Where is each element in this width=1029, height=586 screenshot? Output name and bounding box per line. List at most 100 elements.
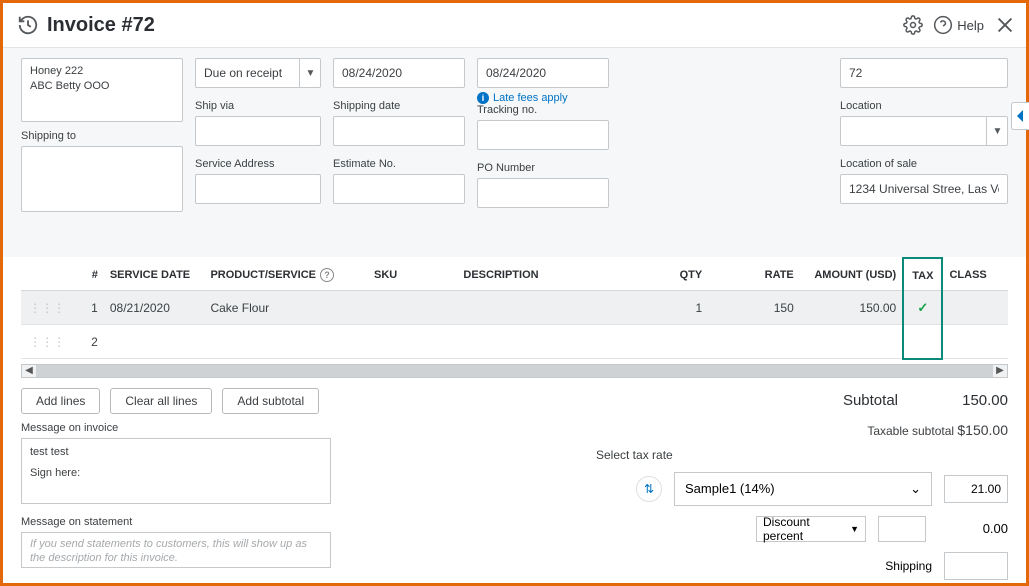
row-amount[interactable]: 150.00 — [800, 291, 903, 325]
message-invoice-label: Message on invoice — [21, 422, 331, 434]
row-qty[interactable]: 1 — [654, 291, 709, 325]
horizontal-scrollbar[interactable]: ◀ ▶ — [21, 364, 1008, 378]
row-service-date[interactable] — [104, 325, 205, 359]
subtotal-value: 150.00 — [938, 392, 1008, 409]
row-num: 2 — [73, 325, 104, 359]
po-number-input[interactable] — [477, 178, 609, 208]
invoice-date-input[interactable] — [333, 58, 465, 88]
tax-amount-input[interactable] — [944, 475, 1008, 503]
discount-amount: 0.00 — [938, 521, 1008, 536]
due-date-input[interactable] — [477, 58, 609, 88]
scroll-right-icon[interactable]: ▶ — [993, 365, 1007, 376]
table-row[interactable]: ⋮⋮⋮ 1 08/21/2020 Cake Flour 1 150 150.00… — [21, 291, 1008, 325]
row-class[interactable] — [942, 325, 1008, 359]
estimate-no-label: Estimate No. — [333, 158, 465, 170]
table-row[interactable]: ⋮⋮⋮ 2 — [21, 325, 1008, 359]
invoice-number-input[interactable] — [840, 58, 1008, 88]
help-label: Help — [957, 18, 984, 33]
check-icon: ✓ — [917, 300, 928, 315]
location-label: Location — [840, 100, 1008, 112]
info-icon: i — [477, 92, 489, 104]
col-description: DESCRIPTION — [457, 258, 653, 291]
row-qty[interactable] — [654, 325, 709, 359]
shipping-address-box[interactable] — [21, 146, 183, 212]
row-num: 1 — [73, 291, 104, 325]
col-service-date: SERVICE DATE — [104, 258, 205, 291]
customer-line1: Honey 222 — [30, 64, 174, 79]
message-invoice-input[interactable]: test test Sign here: — [21, 438, 331, 504]
col-amount: AMOUNT (USD) — [800, 258, 903, 291]
terms-select[interactable] — [195, 58, 321, 88]
col-product: PRODUCT/SERVICE? — [204, 258, 368, 291]
discount-type-select[interactable]: Discount percent ▼ — [756, 516, 866, 542]
col-qty: QTY — [654, 258, 709, 291]
location-select[interactable] — [840, 116, 1008, 146]
ship-via-label: Ship via — [195, 100, 321, 112]
row-description[interactable] — [457, 325, 653, 359]
late-fees-label: Late fees apply — [493, 92, 568, 104]
row-tax[interactable]: ✓ — [903, 291, 942, 325]
row-service-date[interactable]: 08/21/2020 — [104, 291, 205, 325]
swap-icon[interactable]: ⇅ — [636, 476, 662, 502]
history-icon[interactable] — [17, 14, 39, 36]
scroll-left-icon[interactable]: ◀ — [22, 365, 36, 376]
chevron-down-icon: ⌄ — [910, 481, 921, 497]
message-invoice-line1: test test — [30, 445, 322, 460]
row-tax[interactable] — [903, 325, 942, 359]
select-tax-rate-label: Select tax rate — [596, 448, 673, 462]
row-rate[interactable] — [708, 325, 800, 359]
shipping-to-label: Shipping to — [21, 130, 183, 142]
row-sku[interactable] — [368, 291, 457, 325]
col-sku: SKU — [368, 258, 457, 291]
col-num: # — [73, 258, 104, 291]
taxable-subtotal: Taxable subtotal $150.00 — [867, 422, 1008, 438]
page-title: Invoice #72 — [47, 14, 903, 37]
tracking-no-input[interactable] — [477, 120, 609, 150]
customer-address-box[interactable]: Honey 222 ABC Betty OOO — [21, 58, 183, 122]
add-lines-button[interactable]: Add lines — [21, 388, 100, 414]
estimate-no-input[interactable] — [333, 174, 465, 204]
clear-all-lines-button[interactable]: Clear all lines — [110, 388, 212, 414]
add-subtotal-button[interactable]: Add subtotal — [222, 388, 319, 414]
shipping-date-input[interactable] — [333, 116, 465, 146]
row-rate[interactable]: 150 — [708, 291, 800, 325]
shipping-amount-input[interactable] — [944, 552, 1008, 580]
chevron-down-icon: ▼ — [850, 524, 859, 534]
help-button[interactable]: Help — [933, 15, 984, 35]
col-tax: TAX — [903, 258, 942, 291]
close-icon[interactable] — [994, 14, 1016, 36]
discount-value-input[interactable] — [878, 516, 926, 542]
grip-icon[interactable]: ⋮⋮⋮ — [21, 325, 73, 359]
row-product[interactable]: Cake Flour — [204, 291, 368, 325]
gear-icon[interactable] — [903, 15, 923, 35]
customer-line2: ABC Betty OOO — [30, 79, 174, 94]
tax-rate-select[interactable]: Sample1 (14%) ⌄ — [674, 472, 932, 506]
discount-label: Discount percent — [763, 515, 850, 543]
service-address-label: Service Address — [195, 158, 321, 170]
grip-icon[interactable]: ⋮⋮⋮ — [21, 291, 73, 325]
message-statement-label: Message on statement — [21, 516, 331, 528]
late-fees-notice[interactable]: i Late fees apply — [477, 92, 609, 104]
tracking-no-label: Tracking no. — [477, 104, 609, 116]
col-class: CLASS — [942, 258, 1008, 291]
service-address-input[interactable] — [195, 174, 321, 204]
location-of-sale-label: Location of sale — [840, 158, 1008, 170]
message-invoice-line2: Sign here: — [30, 466, 322, 481]
drawer-toggle[interactable] — [1011, 102, 1029, 130]
line-items-table: # SERVICE DATE PRODUCT/SERVICE? SKU DESC… — [21, 257, 1008, 360]
shipping-label: Shipping — [885, 559, 932, 573]
row-description[interactable] — [457, 291, 653, 325]
row-amount[interactable] — [800, 325, 903, 359]
location-of-sale-input[interactable] — [840, 174, 1008, 204]
ship-via-input[interactable] — [195, 116, 321, 146]
row-class[interactable] — [942, 291, 1008, 325]
col-rate: RATE — [708, 258, 800, 291]
tax-rate-selected: Sample1 (14%) — [685, 481, 775, 496]
subtotal-label: Subtotal — [843, 392, 898, 409]
row-sku[interactable] — [368, 325, 457, 359]
po-number-label: PO Number — [477, 162, 609, 174]
message-statement-input[interactable]: If you send statements to customers, thi… — [21, 532, 331, 568]
help-icon[interactable]: ? — [320, 268, 334, 282]
shipping-date-label: Shipping date — [333, 100, 465, 112]
row-product[interactable] — [204, 325, 368, 359]
